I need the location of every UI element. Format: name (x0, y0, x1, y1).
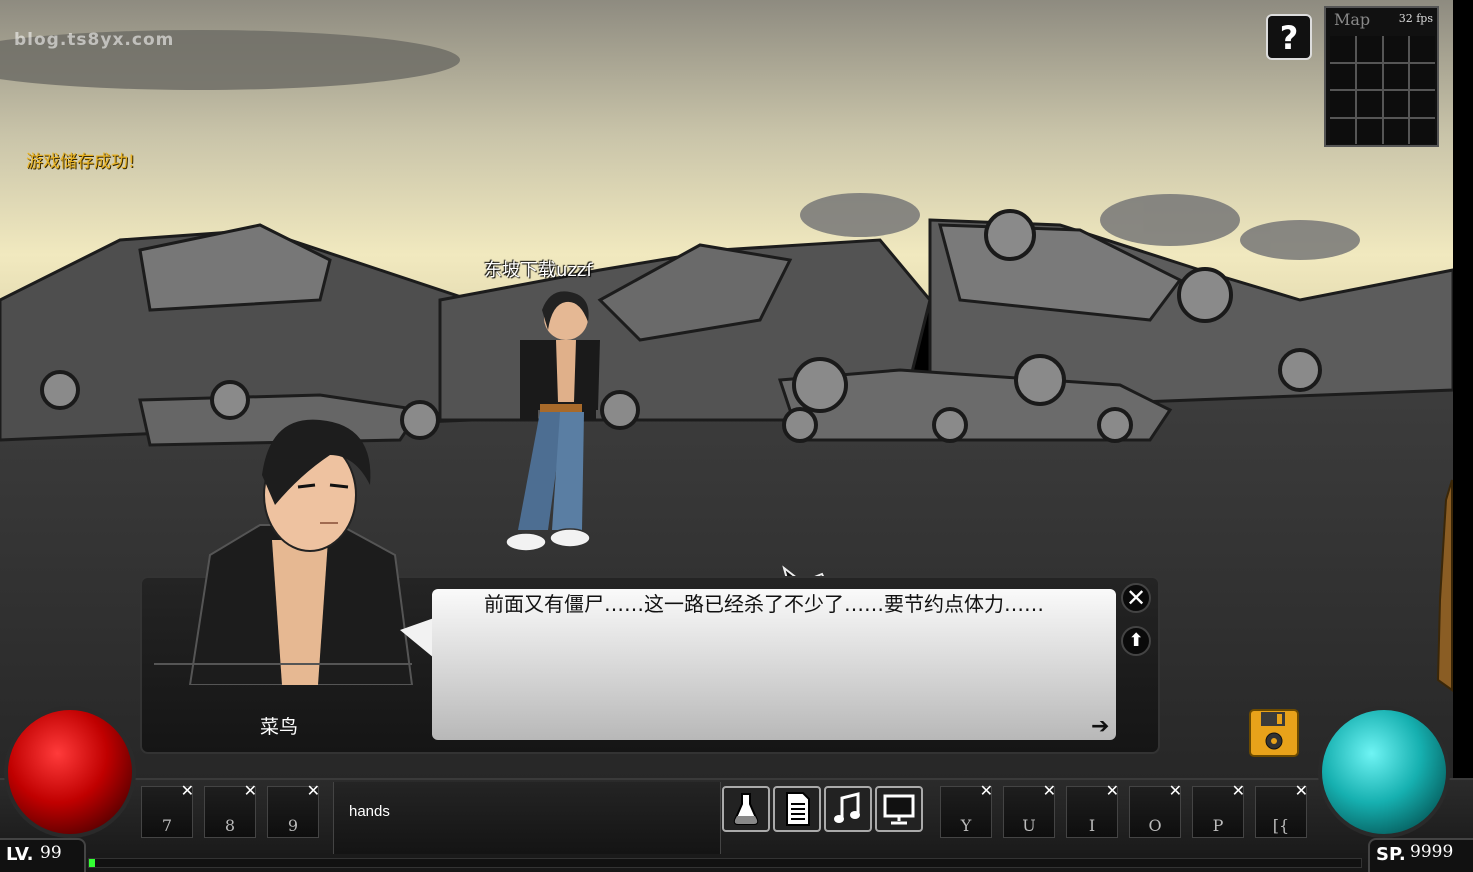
fps-counter: 32 fps (1398, 12, 1433, 25)
sp-label: SP. (1376, 844, 1406, 865)
potion-button[interactable] (722, 786, 770, 832)
slot-key-label: P (1212, 816, 1224, 835)
display-settings-button[interactable] (875, 786, 923, 832)
slot-key-label: 9 (287, 816, 299, 835)
slot-key-label: O (1148, 816, 1162, 835)
dialog-next-icon[interactable]: ➔ (1091, 714, 1109, 739)
minimap-grid (1330, 36, 1435, 144)
slot-remove-icon[interactable]: ✕ (244, 781, 257, 800)
level-label: LV. (6, 844, 34, 865)
slot-key-label: 7 (161, 816, 173, 835)
quest-log-button[interactable] (773, 786, 821, 832)
skill-slot-bracket[interactable]: ✕ [{ (1255, 781, 1308, 838)
skill-slot-9[interactable]: ✕ 9 (267, 781, 320, 838)
hp-orb (4, 706, 136, 838)
slot-remove-icon[interactable]: ✕ (980, 781, 993, 800)
player-name-label: 东坡下载uzzf (484, 260, 593, 281)
xp-bar-fill (89, 859, 95, 867)
slot-remove-icon[interactable]: ✕ (1232, 781, 1245, 800)
potion-icon (733, 793, 759, 825)
watermark-text: blog.ts8yx.com (14, 30, 175, 50)
slot-key-label: [{ (1272, 816, 1290, 835)
xp-bar-track (88, 858, 1362, 868)
skill-slot-y[interactable]: ✕ Y (940, 781, 993, 838)
slot-remove-icon[interactable]: ✕ (1295, 781, 1308, 800)
save-disk-button[interactable] (1249, 709, 1299, 757)
slot-key-label: Y (960, 816, 972, 835)
dialog-close-button[interactable]: ✕ (1121, 583, 1151, 613)
slot-key-label: I (1088, 816, 1096, 835)
minimap[interactable]: Map 32 fps (1324, 6, 1439, 147)
slot-remove-icon[interactable]: ✕ (1106, 781, 1119, 800)
slot-remove-icon[interactable]: ✕ (181, 781, 194, 800)
skill-slot-p[interactable]: ✕ P (1192, 781, 1245, 838)
monitor-icon (883, 794, 915, 825)
equipped-item-panel (333, 782, 721, 854)
game-stage[interactable]: blog.ts8yx.com 游戏储存成功! ? Map 32 fps 东坡下载… (0, 0, 1473, 872)
equipped-item-name: hands (349, 803, 390, 820)
level-value: 99 (40, 843, 62, 863)
map-label: Map (1334, 10, 1371, 29)
document-icon (786, 792, 810, 826)
help-button[interactable]: ? (1266, 14, 1312, 60)
skill-slot-8[interactable]: ✕ 8 (204, 781, 257, 838)
skill-slot-o[interactable]: ✕ O (1129, 781, 1182, 838)
music-toggle-button[interactable] (824, 786, 872, 832)
sp-value: 9999 (1410, 842, 1454, 862)
slot-remove-icon[interactable]: ✕ (1169, 781, 1182, 800)
sp-orb (1318, 706, 1450, 838)
speaker-portrait (188, 419, 414, 685)
portrait-divider (154, 663, 412, 665)
slot-remove-icon[interactable]: ✕ (1043, 781, 1056, 800)
close-icon: ✕ (1125, 584, 1147, 612)
slot-key-label: 8 (224, 816, 236, 835)
arrow-up-icon: ⬆ (1128, 630, 1144, 651)
slot-remove-icon[interactable]: ✕ (307, 781, 320, 800)
slot-key-label: U (1022, 816, 1036, 835)
speech-bubble-tail (400, 618, 434, 658)
music-icon (834, 792, 860, 823)
skill-slot-u[interactable]: ✕ U (1003, 781, 1056, 838)
dialog-text: 前面又有僵尸……这一路已经杀了不少了……要节约点体力…… (484, 592, 1044, 616)
speaker-name: 菜鸟 (260, 716, 299, 738)
skill-slot-7[interactable]: ✕ 7 (141, 781, 194, 838)
save-success-message: 游戏储存成功! (26, 152, 135, 172)
dialog-history-up-button[interactable]: ⬆ (1121, 626, 1151, 656)
skill-slot-i[interactable]: ✕ I (1066, 781, 1119, 838)
